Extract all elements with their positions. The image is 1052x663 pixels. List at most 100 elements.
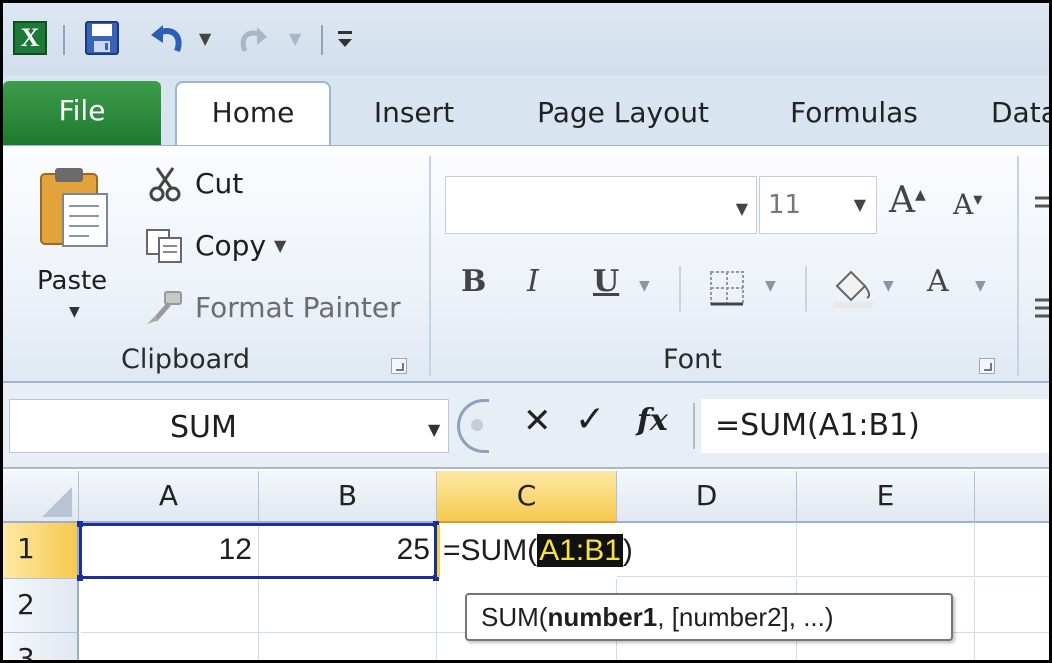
font-name-combobox[interactable]: ▼ (445, 176, 757, 234)
tab-page-layout[interactable]: Page Layout (525, 83, 721, 145)
customize-toolbar-icon[interactable] (335, 25, 355, 55)
formula-bar: SUM ▼ ✕ ✓ fx =SUM(A1:B1) (3, 383, 1049, 469)
column-header-e[interactable]: E (797, 471, 975, 523)
clipboard-group-label: Clipboard (121, 344, 250, 375)
range-reference-outline (77, 521, 439, 581)
italic-button[interactable]: I (527, 264, 539, 299)
font-color-button[interactable]: A (927, 264, 949, 299)
copy-dropdown-icon[interactable]: ▼ (274, 226, 286, 266)
fill-color-icon[interactable] (831, 268, 875, 308)
excel-logo-icon[interactable]: X (13, 21, 47, 55)
shrink-font-icon: A (953, 188, 974, 221)
cell-b2[interactable] (259, 579, 437, 633)
column-header-a[interactable]: A (79, 471, 259, 523)
clipboard-launcher-icon[interactable] (391, 358, 407, 374)
format-painter-button[interactable]: Format Painter (145, 288, 401, 328)
paintbrush-icon (147, 291, 182, 324)
grow-font-button[interactable]: A▲ (889, 180, 926, 221)
font-color-dropdown-icon[interactable]: ▼ (975, 278, 986, 294)
redo-dropdown-icon[interactable]: ▼ (289, 29, 301, 48)
font-name-dropdown-icon[interactable]: ▼ (736, 199, 748, 218)
underline-dropdown-icon[interactable]: ▼ (639, 278, 650, 294)
cell-f1[interactable] (975, 523, 1049, 577)
copy-label: Copy (195, 229, 267, 262)
tab-file[interactable]: File (3, 81, 161, 145)
range-handle[interactable] (77, 575, 83, 581)
formula-prefix: =SUM( (443, 534, 538, 567)
column-header-c[interactable]: C (437, 471, 617, 523)
bold-button[interactable]: B (461, 264, 486, 299)
borders-dropdown-icon[interactable]: ▼ (765, 278, 776, 294)
name-box-dropdown-icon[interactable]: ▼ (428, 420, 440, 439)
paste-button[interactable]: Paste (37, 266, 107, 296)
toolbar-separator (321, 25, 323, 55)
tab-insert[interactable]: Insert (359, 83, 469, 145)
undo-dropdown-icon[interactable]: ▼ (199, 29, 211, 48)
font-launcher-icon[interactable] (979, 358, 995, 374)
ribbon-home: Paste ▼ Cut Copy ▼ Format Painter Clipbo… (3, 145, 1049, 383)
redo-icon[interactable] (237, 25, 269, 55)
formula-input[interactable]: =SUM(A1:B1) (701, 399, 1049, 453)
cut-label: Cut (195, 167, 244, 200)
toolbar-separator (63, 25, 65, 55)
name-box-value: SUM (170, 410, 237, 445)
name-box[interactable]: SUM ▼ (9, 399, 449, 453)
tooltip-args-rest: , [number2], ...) (657, 602, 834, 632)
cell-e1[interactable] (797, 523, 975, 577)
shrink-font-button[interactable]: A▼ (953, 188, 982, 221)
row-header-1[interactable]: 1 (3, 523, 79, 579)
tab-home[interactable]: Home (175, 81, 331, 147)
format-separator (805, 266, 807, 312)
scissors-icon (149, 167, 181, 202)
cut-button[interactable]: Cut (145, 164, 243, 204)
tab-data[interactable]: Data (991, 83, 1049, 145)
column-header-b[interactable]: B (259, 471, 437, 523)
ribbon-tabs: File Home Insert Page Layout Formulas Da… (3, 75, 1049, 147)
quick-access-toolbar: X ▼ ▼ (3, 3, 1049, 75)
cancel-icon[interactable]: ✕ (523, 401, 552, 441)
tooltip-arg-current[interactable]: number1 (547, 602, 657, 632)
group-separator (1017, 156, 1019, 376)
range-handle[interactable] (77, 521, 83, 527)
cell-f3[interactable] (975, 633, 1049, 660)
font-size-combobox[interactable]: 11 ▼ (759, 176, 877, 234)
cell-d1[interactable] (617, 523, 797, 577)
column-header-f[interactable] (975, 471, 1049, 523)
row-header-2[interactable]: 2 (3, 579, 79, 633)
select-all-icon (42, 487, 72, 517)
font-size-dropdown-icon[interactable]: ▼ (854, 177, 866, 233)
grow-font-icon: A (889, 180, 915, 221)
column-header-d[interactable]: D (617, 471, 797, 523)
save-icon[interactable] (85, 21, 119, 55)
fill-color-dropdown-icon[interactable]: ▼ (883, 278, 894, 294)
underline-button[interactable]: U (593, 264, 619, 299)
function-tooltip[interactable]: SUM(number1, [number2], ...) (465, 593, 953, 641)
undo-icon[interactable] (149, 23, 185, 55)
borders-icon[interactable] (709, 270, 745, 306)
insert-function-icon[interactable]: fx (637, 403, 668, 438)
paste-dropdown-icon[interactable]: ▼ (69, 304, 80, 320)
excel-window: X ▼ ▼ File Home Insert Page Layout Formu… (0, 0, 1052, 663)
group-separator (429, 156, 431, 376)
format-painter-label: Format Painter (195, 291, 401, 324)
cell-a2[interactable] (81, 579, 259, 633)
format-separator (679, 266, 681, 312)
cell-a3[interactable] (81, 633, 259, 660)
font-size-value: 11 (768, 190, 802, 220)
worksheet-grid: A B C D E 1 2 3 12 25 =SUM(A1:B1) SUM(nu… (3, 471, 1049, 660)
copy-icon (146, 229, 182, 263)
row-header-3[interactable]: 3 (3, 633, 79, 660)
select-all-button[interactable] (3, 471, 79, 523)
cell-c1-editor[interactable]: =SUM(A1:B1) (439, 525, 633, 577)
tooltip-function: SUM( (481, 602, 548, 632)
tab-formulas[interactable]: Formulas (775, 83, 933, 145)
alignment-icon[interactable] (1025, 176, 1049, 336)
cell-f2[interactable] (975, 579, 1049, 633)
formula-suffix: ) (622, 534, 633, 567)
copy-button[interactable]: Copy ▼ (145, 226, 286, 266)
paste-icon[interactable] (37, 164, 111, 250)
enter-icon[interactable]: ✓ (575, 399, 605, 440)
formula-divider (693, 403, 695, 449)
cell-b3[interactable] (259, 633, 437, 660)
range-reference-highlight: A1:B1 (537, 534, 623, 567)
